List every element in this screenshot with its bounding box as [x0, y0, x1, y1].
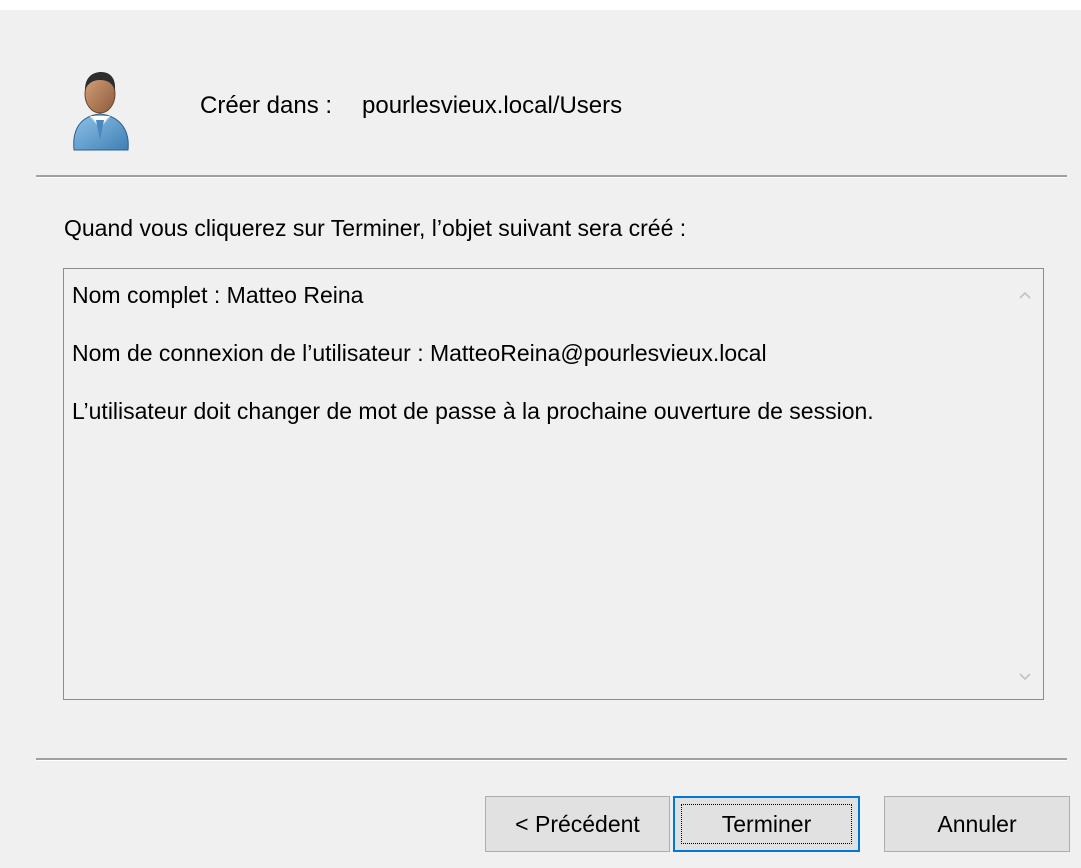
finish-button[interactable]: Terminer: [673, 796, 860, 852]
create-in-path: pourlesvieux.local/Users: [362, 92, 623, 119]
summary-full-name: Nom complet : Matteo Reina: [72, 282, 364, 308]
summary-textbox[interactable]: Nom complet : Matteo Reina Nom de connex…: [63, 268, 1044, 700]
previous-button-label: < Précédent: [515, 810, 640, 837]
previous-button[interactable]: < Précédent: [485, 796, 670, 852]
summary-content: Nom complet : Matteo Reina Nom de connex…: [72, 281, 992, 455]
create-in-label: Créer dans :: [200, 92, 333, 119]
summary-password-change: L’utilisateur doit changer de mot de pas…: [72, 398, 874, 424]
summary-logon-name: Nom de connexion de l’utilisateur : Matt…: [72, 340, 767, 366]
wizard-header: Créer dans : pourlesvieux.local/Users: [0, 10, 1081, 176]
header-separator: [36, 175, 1067, 178]
summary-intro-text: Quand vous cliquerez sur Terminer, l’obj…: [64, 215, 687, 241]
cancel-button[interactable]: Annuler: [884, 796, 1070, 852]
summary-scrollbar[interactable]: [1007, 269, 1043, 699]
scroll-down-icon[interactable]: [1016, 667, 1034, 685]
footer-separator: [36, 758, 1067, 761]
cancel-button-label: Annuler: [937, 810, 1017, 837]
finish-button-label: Terminer: [721, 810, 812, 837]
title-area-strip: [0, 0, 1081, 10]
user-icon: [73, 72, 129, 151]
new-user-wizard-dialog: Créer dans : pourlesvieux.local/Users Qu…: [0, 0, 1081, 868]
scroll-up-icon[interactable]: [1016, 287, 1034, 305]
